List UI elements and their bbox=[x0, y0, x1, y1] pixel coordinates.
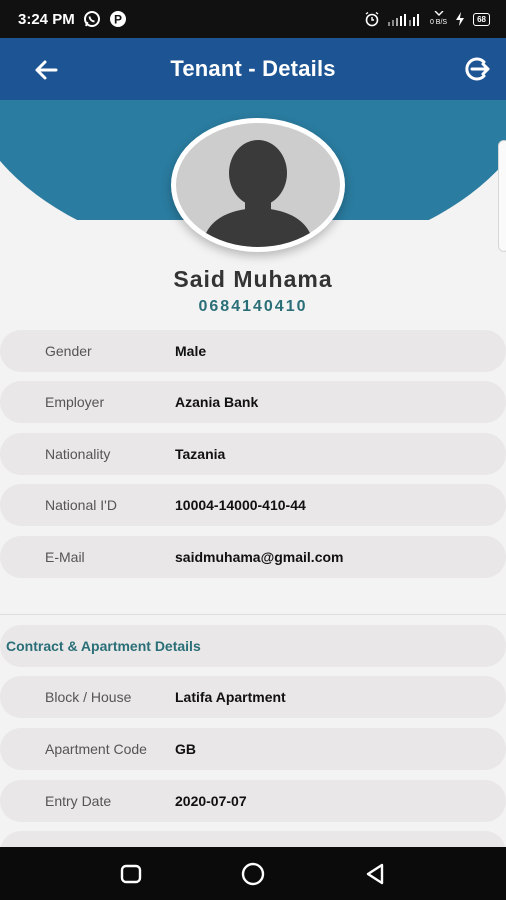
whatsapp-icon bbox=[83, 10, 101, 28]
avatar bbox=[171, 118, 345, 252]
detail-row-nationality: Nationality Tazania bbox=[0, 433, 506, 475]
logout-button[interactable] bbox=[460, 53, 492, 85]
detail-label: Apartment Code bbox=[45, 741, 147, 757]
status-time: 3:24 PM bbox=[18, 10, 75, 28]
back-triangle-icon bbox=[366, 863, 384, 885]
detail-row-entry-date: Entry Date 2020-07-07 bbox=[0, 780, 506, 822]
detail-value[interactable]: saidmuhama@gmail.com bbox=[175, 549, 343, 565]
detail-value: Male bbox=[175, 343, 207, 359]
scroll-indicator bbox=[498, 140, 506, 252]
detail-row-gender: Gender Male bbox=[0, 330, 506, 372]
detail-row-employer: Employer Azania Bank bbox=[0, 381, 506, 423]
tenant-name: Said Muhama bbox=[173, 266, 333, 292]
detail-value: GB bbox=[175, 741, 196, 757]
signal-icon bbox=[387, 12, 422, 26]
detail-row-email: E-Mail saidmuhama@gmail.com bbox=[0, 536, 506, 578]
back-nav-button[interactable] bbox=[362, 861, 388, 887]
app-bar: Tenant - Details bbox=[0, 38, 506, 100]
battery-icon: 68 bbox=[473, 12, 490, 26]
recent-apps-icon bbox=[120, 864, 142, 884]
home-icon bbox=[241, 862, 265, 886]
detail-row-block-house: Block / House Latifa Apartment bbox=[0, 676, 506, 718]
logout-icon bbox=[465, 57, 490, 81]
section-title: Contract & Apartment Details bbox=[6, 638, 201, 654]
detail-row-national-id: National I'D 10004-14000-410-44 bbox=[0, 484, 506, 526]
tenant-phone[interactable]: 0684140410 bbox=[0, 298, 506, 316]
data-speed-text: 0 B/S bbox=[429, 19, 448, 26]
section-header-row: Contract & Apartment Details bbox=[0, 625, 506, 667]
detail-label: Nationality bbox=[45, 446, 111, 462]
charging-icon bbox=[455, 12, 465, 26]
system-nav-bar bbox=[0, 847, 506, 900]
page-title: Tenant - Details bbox=[170, 56, 336, 81]
status-bar-right: 0 B/S 68 bbox=[364, 11, 490, 27]
detail-row-apartment-code: Apartment Code GB bbox=[0, 728, 506, 770]
detail-label: Gender bbox=[45, 343, 92, 359]
alarm-icon bbox=[364, 11, 380, 27]
detail-label: E-Mail bbox=[45, 549, 85, 565]
detail-value: 2020-07-07 bbox=[175, 793, 247, 809]
detail-value: Latifa Apartment bbox=[175, 689, 286, 705]
section-divider bbox=[0, 614, 506, 615]
recent-apps-button[interactable] bbox=[118, 861, 144, 887]
status-bar: 3:24 PM P 0 B/S 68 bbox=[0, 0, 506, 38]
detail-label: Entry Date bbox=[45, 793, 112, 809]
svg-text:P: P bbox=[114, 13, 122, 27]
detail-label: Block / House bbox=[45, 689, 132, 705]
status-bar-left: 3:24 PM P bbox=[18, 10, 127, 28]
p-app-icon: P bbox=[109, 10, 127, 28]
home-button[interactable] bbox=[240, 861, 266, 887]
detail-value: 10004-14000-410-44 bbox=[175, 497, 306, 513]
data-speed-icon: 0 B/S bbox=[430, 11, 447, 27]
detail-value: Azania Bank bbox=[175, 394, 259, 410]
person-silhouette-icon bbox=[202, 140, 314, 247]
detail-value: Tazania bbox=[175, 446, 226, 462]
detail-label: Employer bbox=[45, 394, 105, 410]
detail-label: National I'D bbox=[45, 497, 117, 513]
